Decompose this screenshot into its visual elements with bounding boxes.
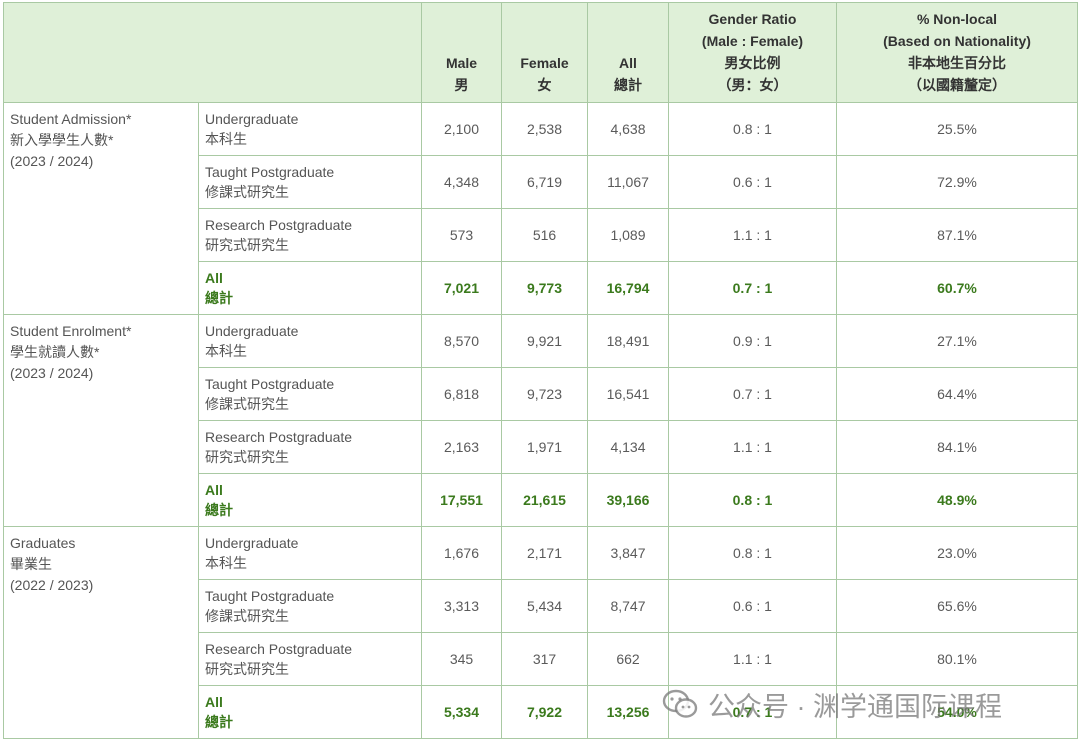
male-count: 2,100 <box>421 102 502 156</box>
level-label: All 總計 <box>198 261 422 315</box>
gender-ratio: 0.7 : 1 <box>668 261 837 315</box>
female-count: 2,171 <box>501 526 588 580</box>
table-row: Graduates 畢業生 (2022 / 2023) Undergraduate 本科… <box>3 526 1078 739</box>
male-count: 17,551 <box>421 473 502 527</box>
gender-ratio: 0.8 : 1 <box>668 526 837 580</box>
gender-ratio: 0.7 : 1 <box>668 367 837 421</box>
non-local-percent: 48.9% <box>836 473 1078 527</box>
gender-ratio: 0.8 : 1 <box>668 473 837 527</box>
male-count: 3,313 <box>421 579 502 633</box>
non-local-percent: 87.1% <box>836 208 1078 262</box>
all-count: 4,134 <box>587 420 669 474</box>
header-male: Male 男 <box>421 2 502 103</box>
level-label: Undergraduate 本科生 <box>198 526 422 580</box>
male-count: 7,021 <box>421 261 502 315</box>
gender-ratio: 0.6 : 1 <box>668 155 837 209</box>
level-label: Research Postgraduate 研究式研究生 <box>198 208 422 262</box>
gender-ratio: 0.6 : 1 <box>668 579 837 633</box>
level-label: Undergraduate 本科生 <box>198 102 422 156</box>
header-blank <box>3 2 422 103</box>
female-count: 9,773 <box>501 261 588 315</box>
all-count: 13,256 <box>587 685 669 739</box>
all-count: 3,847 <box>587 526 669 580</box>
group-title: Student Enrolment* 學生就讀人數* (2023 / 2024) <box>3 314 199 527</box>
header-female: Female 女 <box>501 2 588 103</box>
female-count: 1,971 <box>501 420 588 474</box>
level-label: Research Postgraduate 研究式研究生 <box>198 420 422 474</box>
male-count: 8,570 <box>421 314 502 368</box>
level-label: Undergraduate 本科生 <box>198 314 422 368</box>
male-count: 6,818 <box>421 367 502 421</box>
statistics-table: Male 男 Female 女 All 總計 Gender Ratio (Mal… <box>3 2 1078 739</box>
gender-ratio: 1.1 : 1 <box>668 632 837 686</box>
all-count: 16,794 <box>587 261 669 315</box>
non-local-percent: 23.0% <box>836 526 1078 580</box>
non-local-percent: 72.9% <box>836 155 1078 209</box>
all-count: 1,089 <box>587 208 669 262</box>
male-count: 573 <box>421 208 502 262</box>
gender-ratio: 0.9 : 1 <box>668 314 837 368</box>
all-count: 8,747 <box>587 579 669 633</box>
non-local-percent: 25.5% <box>836 102 1078 156</box>
level-label: All 總計 <box>198 473 422 527</box>
all-count: 662 <box>587 632 669 686</box>
table-body: Student Admission* 新入學學生人數* (2023 / 2024) U… <box>3 102 1078 739</box>
table-row: Student Enrolment* 學生就讀人數* (2023 / 2024) Un… <box>3 314 1078 527</box>
female-count: 2,538 <box>501 102 588 156</box>
group-title: Student Admission* 新入學學生人數* (2023 / 2024) <box>3 102 199 315</box>
non-local-percent: 60.7% <box>836 261 1078 315</box>
non-local-percent: 54.0% <box>836 685 1078 739</box>
female-count: 317 <box>501 632 588 686</box>
header-row: Male 男 Female 女 All 總計 Gender Ratio (Mal… <box>3 2 1078 103</box>
female-count: 6,719 <box>501 155 588 209</box>
non-local-percent: 27.1% <box>836 314 1078 368</box>
level-label: All 總計 <box>198 685 422 739</box>
level-label: Taught Postgraduate 修課式研究生 <box>198 155 422 209</box>
all-count: 4,638 <box>587 102 669 156</box>
table-row: Student Admission* 新入學學生人數* (2023 / 2024) U… <box>3 102 1078 315</box>
male-count: 1,676 <box>421 526 502 580</box>
header-all: All 總計 <box>587 2 669 103</box>
female-count: 9,723 <box>501 367 588 421</box>
male-count: 4,348 <box>421 155 502 209</box>
level-label: Taught Postgraduate 修課式研究生 <box>198 579 422 633</box>
all-count: 18,491 <box>587 314 669 368</box>
gender-ratio: 0.7 : 1 <box>668 685 837 739</box>
non-local-percent: 65.6% <box>836 579 1078 633</box>
non-local-percent: 64.4% <box>836 367 1078 421</box>
non-local-percent: 80.1% <box>836 632 1078 686</box>
level-label: Research Postgraduate 研究式研究生 <box>198 632 422 686</box>
non-local-percent: 84.1% <box>836 420 1078 474</box>
all-count: 16,541 <box>587 367 669 421</box>
female-count: 21,615 <box>501 473 588 527</box>
gender-ratio: 1.1 : 1 <box>668 420 837 474</box>
header-gender-ratio: Gender Ratio (Male : Female) 男女比例 （男：女） <box>668 2 837 103</box>
male-count: 345 <box>421 632 502 686</box>
female-count: 7,922 <box>501 685 588 739</box>
female-count: 5,434 <box>501 579 588 633</box>
male-count: 2,163 <box>421 420 502 474</box>
all-count: 11,067 <box>587 155 669 209</box>
female-count: 9,921 <box>501 314 588 368</box>
group-title: Graduates 畢業生 (2022 / 2023) <box>3 526 199 739</box>
level-label: Taught Postgraduate 修課式研究生 <box>198 367 422 421</box>
male-count: 5,334 <box>421 685 502 739</box>
header-non-local: % Non-local (Based on Nationality) 非本地生百… <box>836 2 1078 103</box>
all-count: 39,166 <box>587 473 669 527</box>
female-count: 516 <box>501 208 588 262</box>
gender-ratio: 0.8 : 1 <box>668 102 837 156</box>
gender-ratio: 1.1 : 1 <box>668 208 837 262</box>
